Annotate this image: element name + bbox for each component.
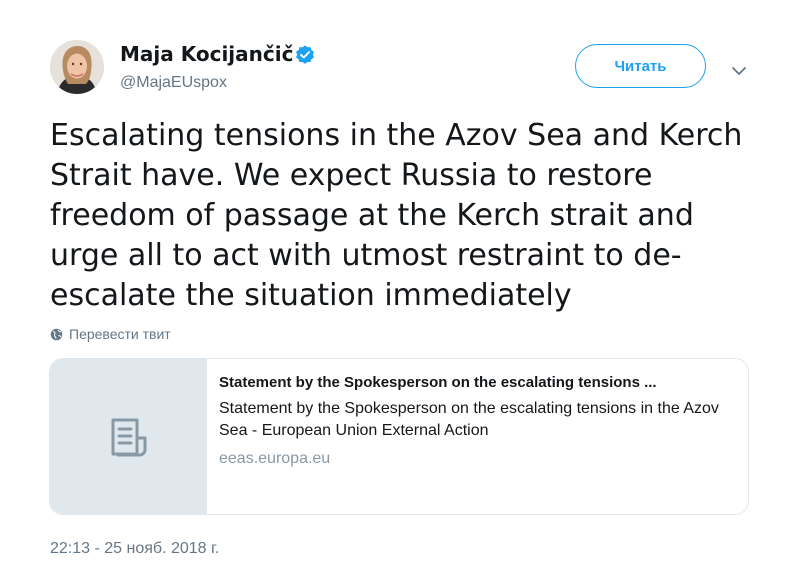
card-description: Statement by the Spokesperson on the esc… (219, 400, 719, 439)
tweet-text: Escalating tensions in the Azov Sea and … (50, 118, 743, 313)
avatar-photo (50, 40, 104, 94)
card-title: Statement by the Spokesperson on the esc… (219, 374, 657, 391)
tweet-timestamp[interactable]: 22:13 - 25 нояб. 2018 г. (50, 540, 219, 558)
verified-badge-icon (296, 45, 314, 64)
tweet: Maja Kocijančič @MajaEUspox Читать Escal… (0, 0, 786, 573)
translate-label: Перевести твит (69, 326, 171, 342)
document-icon (111, 418, 146, 456)
card-domain: eeas.europa.eu (219, 450, 331, 467)
chevron-down-icon[interactable] (728, 60, 750, 82)
display-name[interactable]: Maja Kocijančič (120, 42, 293, 66)
translate-tweet-link[interactable]: Перевести твит (50, 326, 171, 342)
follow-button[interactable]: Читать (575, 44, 706, 88)
avatar[interactable] (50, 40, 104, 94)
user-handle[interactable]: @MajaEUspox (120, 74, 227, 92)
globe-icon (50, 328, 63, 340)
card-thumbnail (50, 359, 207, 514)
link-preview-card[interactable]: Statement by the Spokesperson on the esc… (49, 358, 749, 515)
card-content: Statement by the Spokesperson on the esc… (219, 373, 737, 468)
